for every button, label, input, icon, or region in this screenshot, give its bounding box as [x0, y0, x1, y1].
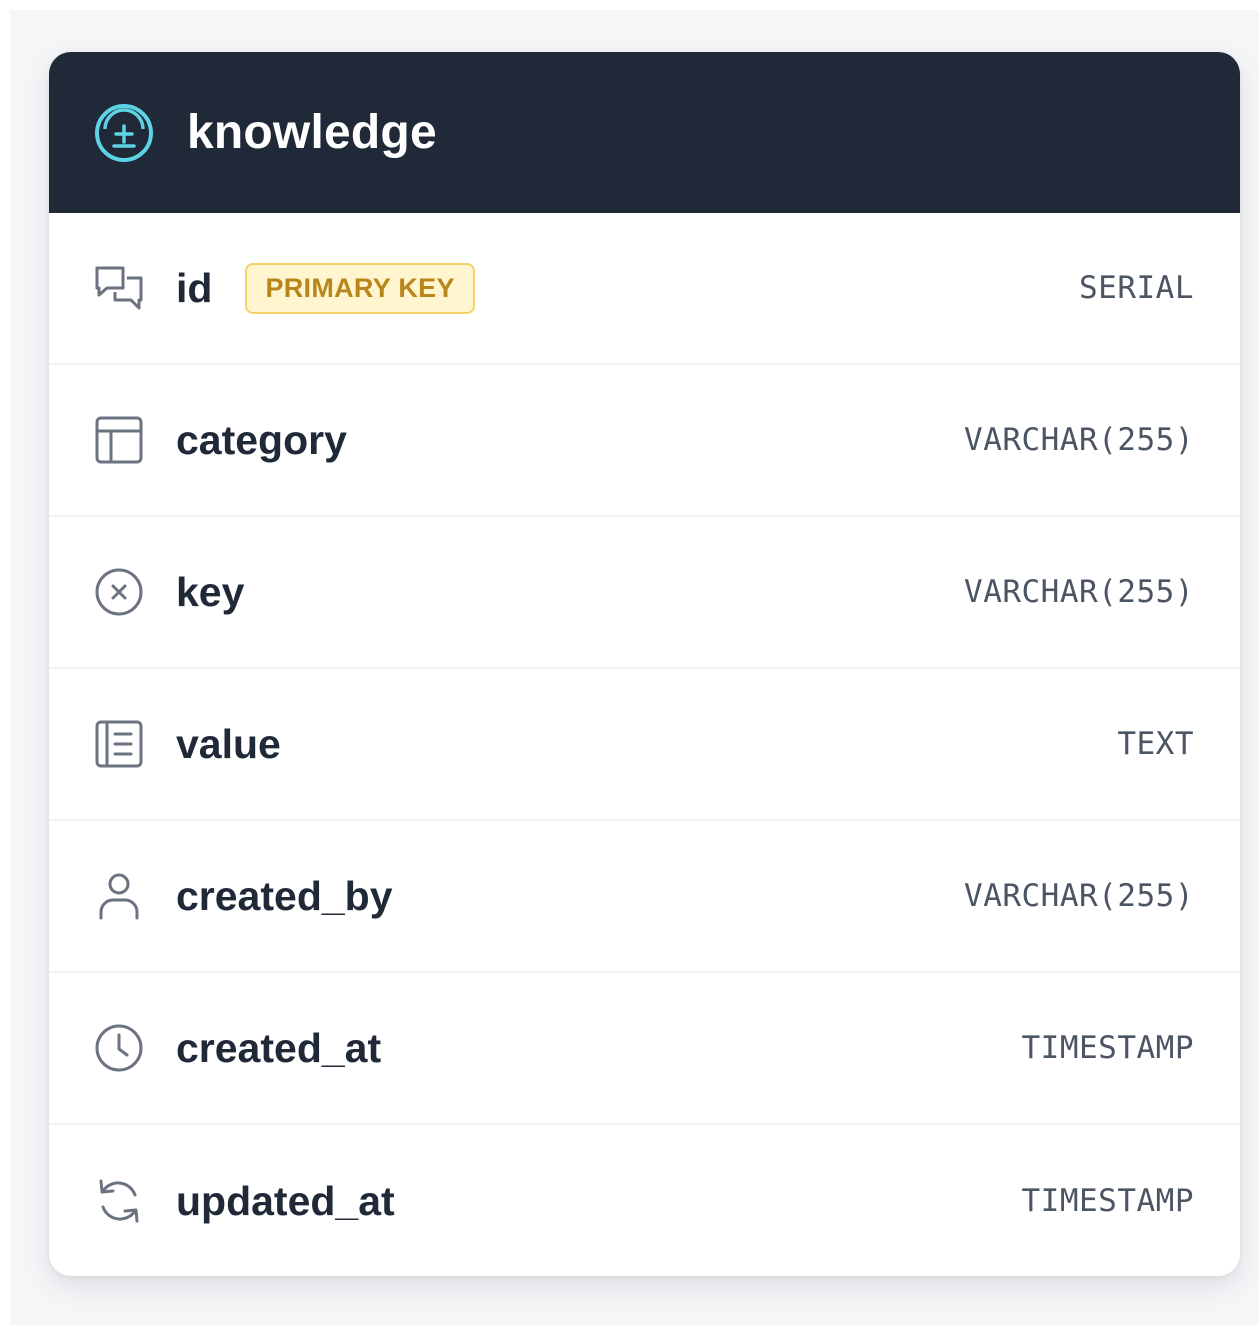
column-type: TIMESTAMP: [1021, 1030, 1194, 1066]
column-type: TIMESTAMP: [1021, 1183, 1194, 1219]
column-row-created-by[interactable]: created_by VARCHAR(255): [49, 821, 1240, 973]
column-type: TEXT: [1117, 726, 1194, 762]
column-row-created-at[interactable]: created_at TIMESTAMP: [49, 973, 1240, 1125]
refresh-icon: [93, 1175, 145, 1227]
column-name: updated_at: [176, 1177, 395, 1224]
column-name: key: [176, 568, 245, 615]
column-name: category: [176, 416, 347, 463]
x-circle-icon: [93, 566, 145, 618]
column-type: VARCHAR(255): [964, 574, 1194, 610]
document-list-icon: [93, 718, 145, 770]
column-name: created_by: [176, 872, 393, 919]
user-icon: [93, 870, 145, 922]
column-row-value[interactable]: value TEXT: [49, 669, 1240, 821]
database-icon: [93, 102, 155, 164]
clock-icon: [93, 1022, 145, 1074]
column-name: created_at: [176, 1024, 382, 1071]
column-type: SERIAL: [1079, 270, 1194, 306]
layout-icon: [93, 414, 145, 466]
chat-bubbles-icon: [93, 262, 145, 314]
canvas-background: knowledge id PRIMARY KEY SERIAL category…: [10, 10, 1259, 1325]
primary-key-badge: PRIMARY KEY: [245, 262, 475, 314]
column-row-key[interactable]: key VARCHAR(255): [49, 517, 1240, 669]
column-name: value: [176, 720, 281, 767]
column-name: id: [176, 264, 213, 311]
table-header[interactable]: knowledge: [49, 52, 1240, 213]
column-type: VARCHAR(255): [964, 422, 1194, 458]
column-row-category[interactable]: category VARCHAR(255): [49, 365, 1240, 517]
table-name: knowledge: [187, 106, 437, 159]
column-row-id[interactable]: id PRIMARY KEY SERIAL: [49, 213, 1240, 365]
column-type: VARCHAR(255): [964, 878, 1194, 914]
column-list: id PRIMARY KEY SERIAL category VARCHAR(2…: [49, 213, 1240, 1276]
table-card[interactable]: knowledge id PRIMARY KEY SERIAL category…: [49, 52, 1240, 1276]
column-row-updated-at[interactable]: updated_at TIMESTAMP: [49, 1125, 1240, 1276]
